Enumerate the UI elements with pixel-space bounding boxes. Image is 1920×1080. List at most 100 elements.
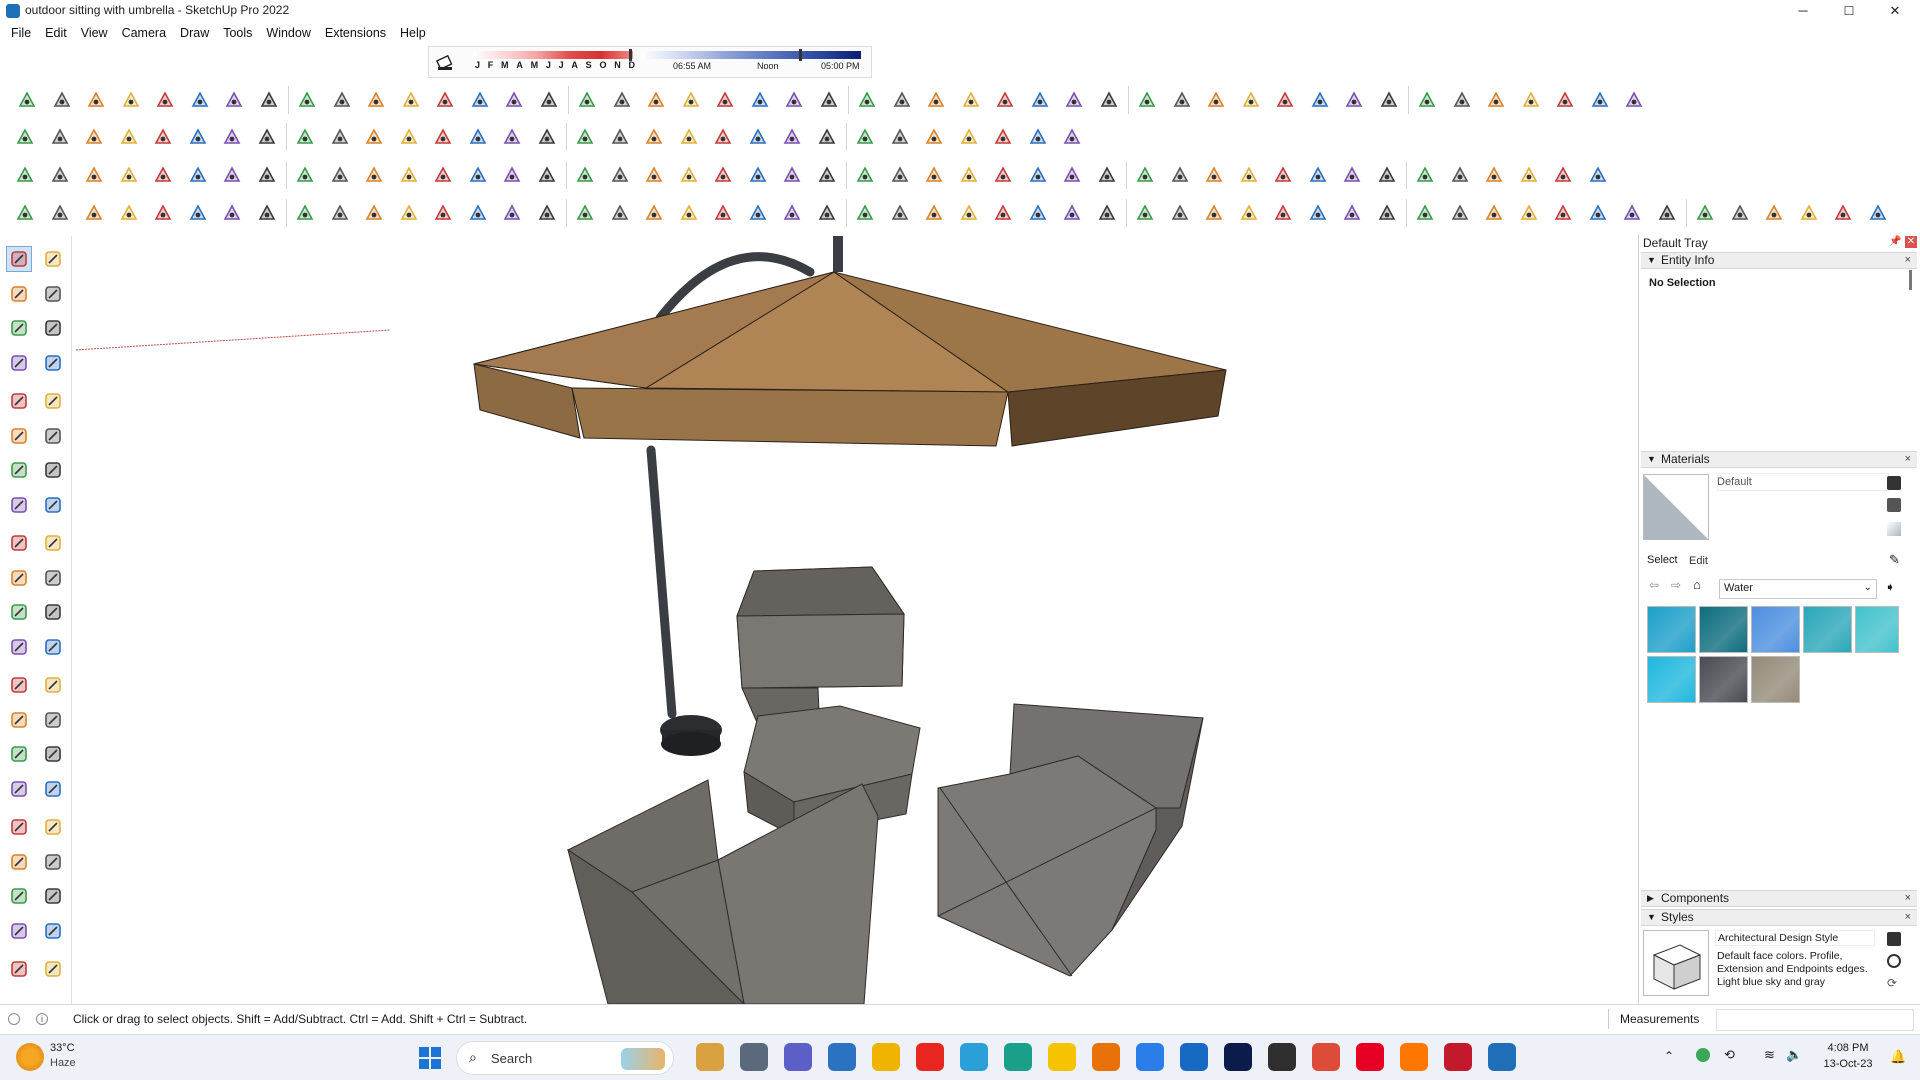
paint-bucket-icon[interactable] [6,281,32,307]
pipe-icon[interactable] [256,87,282,113]
zoom-extents-icon[interactable] [12,124,38,150]
rotate-icon[interactable] [327,124,353,150]
cup-icon[interactable] [1412,200,1438,226]
left-icon[interactable] [185,162,211,188]
arc-icon[interactable] [6,457,32,483]
brick-icon[interactable] [1169,87,1195,113]
materials-header[interactable]: ▼ Materials × [1641,451,1917,468]
material-swatch[interactable] [1855,606,1899,653]
push-pull-icon[interactable] [219,124,245,150]
pencil-icon[interactable] [116,124,142,150]
circle-icon[interactable] [6,423,32,449]
menu-help[interactable]: Help [393,22,433,44]
green-tree-icon[interactable] [1481,200,1507,226]
entity-info-header[interactable]: ▼ Entity Info × [1641,252,1917,269]
paste-icon[interactable] [327,200,353,226]
menu-draw[interactable]: Draw [173,22,216,44]
red-x-icon[interactable] [1830,200,1856,226]
front-right-chair[interactable] [937,703,1204,977]
split-icon[interactable] [1305,162,1331,188]
house-icon[interactable] [1518,87,1544,113]
orange-grid-icon[interactable] [1727,200,1753,226]
refresh-icon[interactable]: ⟳ [1887,976,1897,990]
roof-icon[interactable] [643,87,669,113]
forward-arrow-icon[interactable]: ⇨ [1671,578,1681,592]
material-swatch[interactable] [1647,606,1696,653]
xray-icon[interactable] [361,162,387,188]
home-icon[interactable]: ⌂ [1693,577,1701,592]
cabinet-icon[interactable] [992,87,1018,113]
cone2-icon[interactable] [1201,200,1227,226]
rotate-icon[interactable] [6,565,32,591]
app-icon[interactable] [1048,1043,1076,1071]
stack-icon[interactable] [852,200,878,226]
rope-icon[interactable] [1339,200,1365,226]
loft-icon[interactable] [294,87,320,113]
menu-file[interactable]: File [4,22,38,44]
joist-icon[interactable] [747,87,773,113]
plane-icon[interactable] [572,200,598,226]
sample-paint-icon[interactable] [1887,498,1901,512]
line-icon[interactable] [6,350,32,376]
union-icon[interactable] [1201,162,1227,188]
sync-icon[interactable]: ⟲ [1724,1047,1735,1063]
wire-icon[interactable] [396,162,422,188]
slab-icon[interactable] [889,87,915,113]
garage-icon[interactable] [1621,87,1647,113]
shell-icon[interactable] [1339,162,1365,188]
export-blue-icon[interactable] [921,124,947,150]
menu-edit[interactable]: Edit [38,22,74,44]
look-around-icon[interactable] [40,849,66,875]
opera-icon[interactable] [960,1043,988,1071]
hidden-icon[interactable] [430,162,456,188]
curve2-icon[interactable] [1865,200,1891,226]
sphere-icon[interactable] [1483,87,1509,113]
styles-header[interactable]: ▼ Styles × [1641,909,1917,926]
divide-icon[interactable] [501,87,527,113]
mono-icon[interactable] [534,162,560,188]
ball-icon[interactable] [254,200,280,226]
chamfer-icon[interactable] [432,87,458,113]
tape-icon[interactable] [396,124,422,150]
zoom-tool-icon[interactable] [6,776,32,802]
photoshop-icon[interactable] [1268,1043,1296,1071]
materials-library-select[interactable]: Water ⌄ [1719,579,1877,599]
three-point-arc-icon[interactable] [40,492,66,518]
scale-icon[interactable] [6,599,32,625]
bezier-icon[interactable] [49,87,75,113]
vscode-icon[interactable] [1180,1043,1208,1071]
outliner-tool-icon[interactable] [40,956,66,982]
widgets-app-icon[interactable] [696,1043,724,1071]
material-swatch[interactable] [1699,656,1748,703]
weld-icon[interactable] [467,87,493,113]
duplicate-icon[interactable] [396,200,422,226]
export-green-icon[interactable] [956,124,982,150]
corner-icon[interactable] [990,200,1016,226]
turn-icon[interactable] [779,200,805,226]
create-material-icon[interactable] [1887,476,1901,490]
pan-icon[interactable] [534,124,560,150]
soundcloud-icon[interactable] [1444,1043,1472,1071]
cone-icon[interactable] [1167,200,1193,226]
telegram-icon[interactable] [1004,1043,1032,1071]
shed-icon[interactable] [1587,87,1613,113]
grid2-icon[interactable] [1025,162,1051,188]
sandbox-icon[interactable] [814,124,840,150]
loop-icon[interactable] [1341,87,1367,113]
shadow-icon[interactable] [572,162,598,188]
protractor-icon[interactable] [6,672,32,698]
measurements-input[interactable] [1716,1009,1914,1031]
material-swatch[interactable] [1647,656,1696,703]
brown-box-icon[interactable] [921,200,947,226]
scale-icon[interactable] [361,124,387,150]
fence-icon[interactable] [1027,87,1053,113]
text-label-icon[interactable] [40,672,66,698]
orange-grid3-icon[interactable] [1796,200,1822,226]
hand-icon[interactable] [534,200,560,226]
info-icon[interactable]: i [36,1013,48,1025]
page-icon[interactable] [887,200,913,226]
animation-icon[interactable] [814,162,840,188]
shadow-toggle-icon[interactable] [435,53,455,73]
notification-bell-icon[interactable]: 🔔 [1890,1049,1906,1065]
move-icon[interactable] [6,530,32,556]
